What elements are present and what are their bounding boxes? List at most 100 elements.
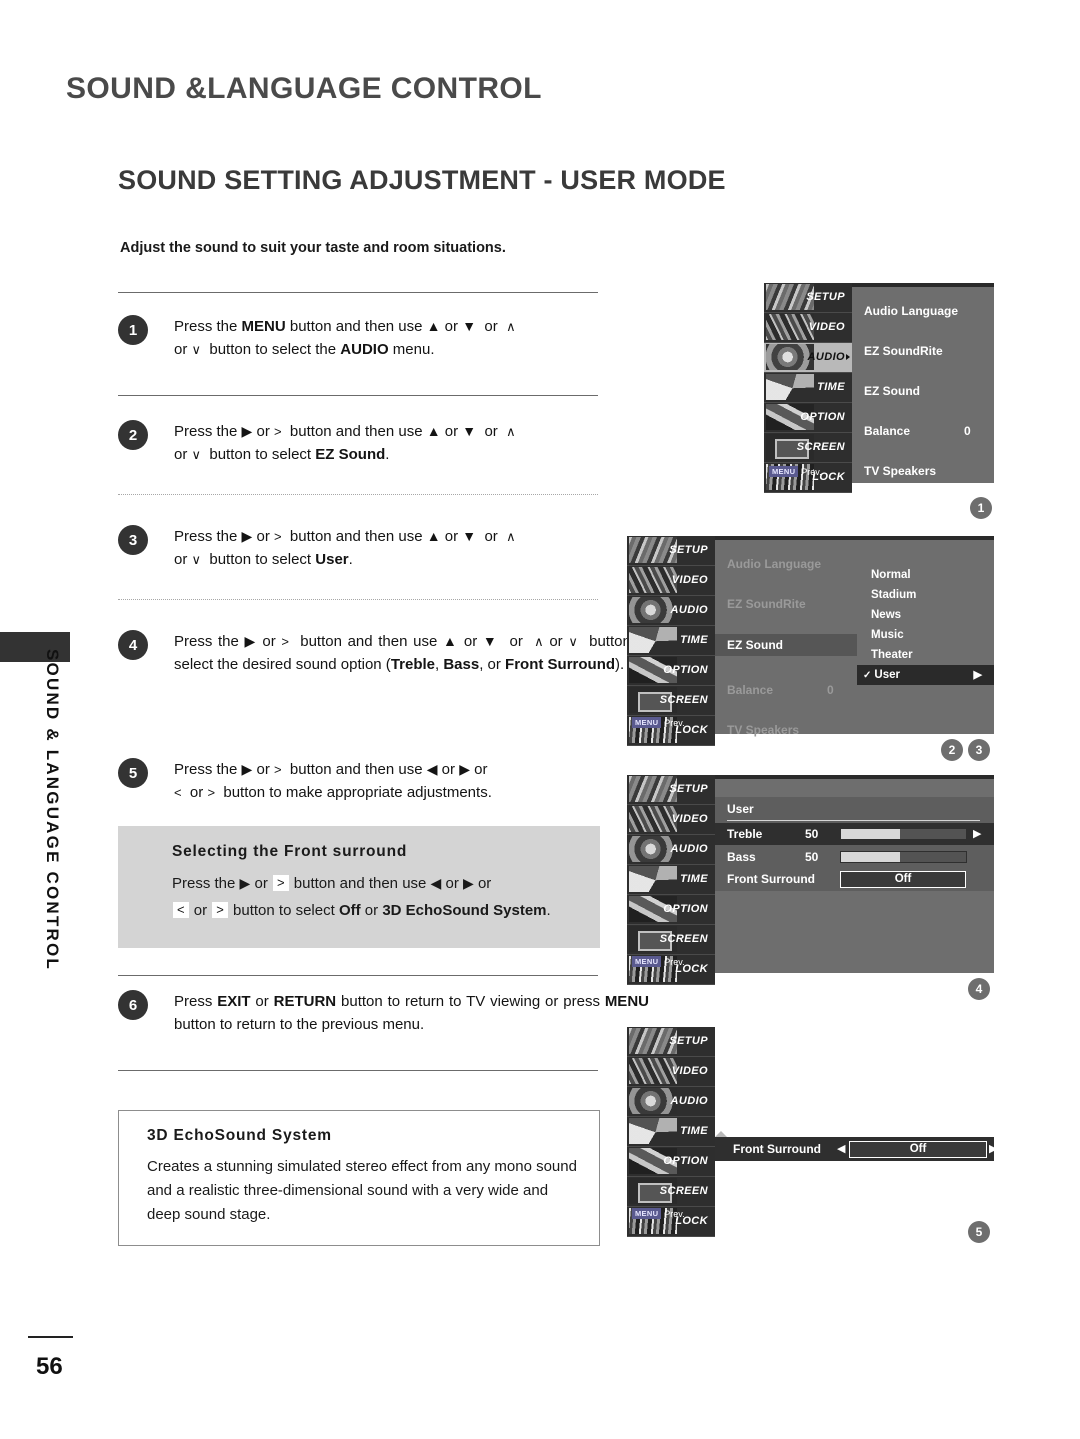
step-1-text: Press the MENU button and then use ▲ or … — [174, 318, 516, 358]
osd-sidebar-item-option[interactable]: OPTION — [627, 656, 715, 686]
osd-sidebar-label: TIME — [680, 1125, 708, 1137]
chevron-right-icon[interactable]: ▶ — [989, 1142, 997, 1155]
video-thumbnail-icon — [629, 567, 677, 593]
osd-footer-prev[interactable]: MENU Prev. — [632, 956, 685, 967]
osd-sidebar-item-screen[interactable]: SCREEN — [627, 686, 715, 716]
menu-key-icon: MENU — [632, 717, 662, 728]
osd3-front-surround-value[interactable]: Off — [840, 871, 966, 888]
osd-sidebar-item-time[interactable]: TIME — [627, 865, 715, 895]
step-6-text: Press EXIT or RETURN button to return to… — [174, 993, 649, 1033]
callout-title: Selecting the Front surround — [172, 843, 408, 860]
osd2-row-ez-sound-selected[interactable]: EZ Sound — [715, 634, 857, 656]
chevron-left-icon[interactable]: ◀ — [837, 1142, 845, 1155]
time-thumbnail-icon — [629, 627, 677, 653]
page-title: SOUND SETTING ADJUSTMENT - USER MODE — [118, 165, 726, 195]
osd1-row-audio-language[interactable]: Audio Language — [852, 301, 994, 321]
osd-sidebar-item-audio[interactable]: AUDIO — [627, 596, 715, 626]
osd-sidebar-item-screen[interactable]: SCREEN — [764, 433, 852, 463]
osd4-front-surround-value[interactable]: Off — [849, 1141, 987, 1158]
osd2-option-stadium[interactable]: Stadium — [857, 585, 994, 605]
osd-footer-prev[interactable]: MENU Prev. — [632, 1208, 685, 1219]
osd-sidebar-item-option[interactable]: OPTION — [627, 895, 715, 925]
osd3-bass-slider-fill — [841, 852, 900, 862]
osd3-front-surround-label: Front Surround — [727, 872, 815, 886]
step-2-text: Press the ▶ or > button and then use ▲ o… — [174, 423, 516, 463]
osd-sidebar-label: SCREEN — [796, 441, 845, 453]
osd-footer-label: Prev. — [801, 467, 822, 477]
osd-sidebar-item-setup[interactable]: SETUP — [764, 283, 852, 313]
osd4-front-surround-bar[interactable]: Front Surround ◀ Off ▶ — [715, 1137, 997, 1161]
divider-1 — [118, 395, 598, 396]
osd2-row-tv-speakers[interactable]: TV Speakers — [715, 720, 857, 740]
osd3-sidebar: SETUP VIDEO AUDIO TIME OPTION SCREEN LOCK MENU P… — [627, 775, 715, 985]
osd-sidebar-item-video[interactable]: VIDEO — [764, 313, 852, 343]
page-number: 56 — [36, 1353, 63, 1380]
menu-key-icon: MENU — [632, 956, 662, 967]
osd1-row-tv-speakers[interactable]: TV Speakers — [852, 461, 994, 481]
osd-sidebar-item-time[interactable]: TIME — [627, 626, 715, 656]
osd2-balance-value: 0 — [827, 683, 834, 697]
osd2-option-user-selected[interactable]: ✓ User ▶ — [857, 665, 994, 685]
osd-screenshot-4: SETUP VIDEO AUDIO TIME OPTION SCREEN LOCK MENU P… — [627, 1027, 997, 1237]
osd-sidebar-item-audio[interactable]: AUDIO — [764, 343, 852, 373]
menu-key-icon: MENU — [769, 466, 799, 477]
step-6-badge: 6 — [118, 990, 148, 1020]
osd-sidebar-label: OPTION — [663, 664, 708, 676]
osd-sidebar-item-setup[interactable]: SETUP — [627, 1027, 715, 1057]
osd-footer-prev[interactable]: MENU Prev. — [769, 466, 822, 477]
osd1-row-ez-soundrite[interactable]: EZ SoundRite — [852, 341, 994, 361]
osd-sidebar-item-time[interactable]: TIME — [764, 373, 852, 403]
chevron-right-icon — [846, 354, 850, 360]
osd2-row-ez-soundrite[interactable]: EZ SoundRite — [715, 594, 857, 614]
osd3-bass-slider[interactable] — [840, 851, 967, 863]
osd-footer-label: Prev. — [664, 957, 685, 967]
echosound-note-box: 3D EchoSound System Creates a stunning s… — [118, 1110, 600, 1246]
osd2-row-balance[interactable]: Balance 0 — [715, 680, 857, 700]
osd-sidebar-label: TIME — [680, 634, 708, 646]
osd3-bass-value: 50 — [805, 850, 819, 864]
osd-sidebar-item-screen[interactable]: SCREEN — [627, 1177, 715, 1207]
osd-sidebar-item-video[interactable]: VIDEO — [627, 805, 715, 835]
osd-sidebar-item-screen[interactable]: SCREEN — [627, 925, 715, 955]
osd-sidebar-item-option[interactable]: OPTION — [627, 1147, 715, 1177]
osd2-option-theater[interactable]: Theater — [857, 645, 994, 665]
osd2-row-audio-language[interactable]: Audio Language — [715, 554, 857, 574]
check-icon: ✓ — [863, 670, 872, 681]
osd4-front-surround-label: Front Surround — [733, 1142, 821, 1156]
osd-sidebar-item-time[interactable]: TIME — [627, 1117, 715, 1147]
time-thumbnail-icon — [629, 1118, 677, 1144]
osd-sidebar-item-audio[interactable]: AUDIO — [627, 835, 715, 865]
callout-body: Press the ▶ or > button and then use ◀ o… — [172, 875, 551, 919]
osd-sidebar-item-audio[interactable]: AUDIO — [627, 1087, 715, 1117]
osd-screenshot-3: SETUP VIDEO AUDIO TIME OPTION SCREEN LOCK MENU P… — [627, 775, 994, 985]
note-body: Creates a stunning simulated stereo effe… — [147, 1158, 577, 1223]
chevron-right-icon: ▶ — [973, 828, 982, 840]
osd-footer-prev[interactable]: MENU Prev. — [632, 717, 685, 728]
osd-sidebar-label: SCREEN — [659, 933, 708, 945]
osd-sidebar-item-video[interactable]: VIDEO — [627, 1057, 715, 1087]
osd-sidebar-item-setup[interactable]: SETUP — [627, 775, 715, 805]
osd2-option-user-label: User — [874, 669, 900, 681]
osd2-panel: Audio Language EZ SoundRite EZ Sound Bal… — [715, 540, 857, 737]
menu-key-icon: MENU — [632, 1208, 662, 1219]
osd-sidebar-label: VIDEO — [671, 574, 708, 586]
ref-badge-5: 5 — [968, 1221, 990, 1243]
osd2-option-news[interactable]: News — [857, 605, 994, 625]
step-4-badge: 4 — [118, 630, 148, 660]
osd1-row-balance[interactable]: Balance 0 — [852, 421, 994, 441]
osd-footer-label: Prev. — [664, 1209, 685, 1219]
osd-sidebar-label: VIDEO — [808, 321, 845, 333]
osd1-row-ez-sound[interactable]: EZ Sound — [852, 381, 994, 401]
osd4-sidebar: SETUP VIDEO AUDIO TIME OPTION SCREEN LOCK MENU P… — [627, 1027, 715, 1237]
time-thumbnail-icon — [766, 374, 814, 400]
osd-sidebar-item-video[interactable]: VIDEO — [627, 566, 715, 596]
osd-sidebar-label: OPTION — [800, 411, 845, 423]
osd-sidebar-item-option[interactable]: OPTION — [764, 403, 852, 433]
chapter-title: SOUND &LANGUAGE CONTROL — [66, 72, 542, 105]
osd-sidebar-label: SETUP — [669, 783, 708, 795]
osd3-treble-slider[interactable] — [840, 828, 967, 840]
osd2-option-music[interactable]: Music — [857, 625, 994, 645]
osd2-option-normal[interactable]: Normal — [857, 565, 994, 585]
osd-sidebar-item-setup[interactable]: SETUP — [627, 536, 715, 566]
ref-badge-3: 3 — [968, 739, 990, 761]
